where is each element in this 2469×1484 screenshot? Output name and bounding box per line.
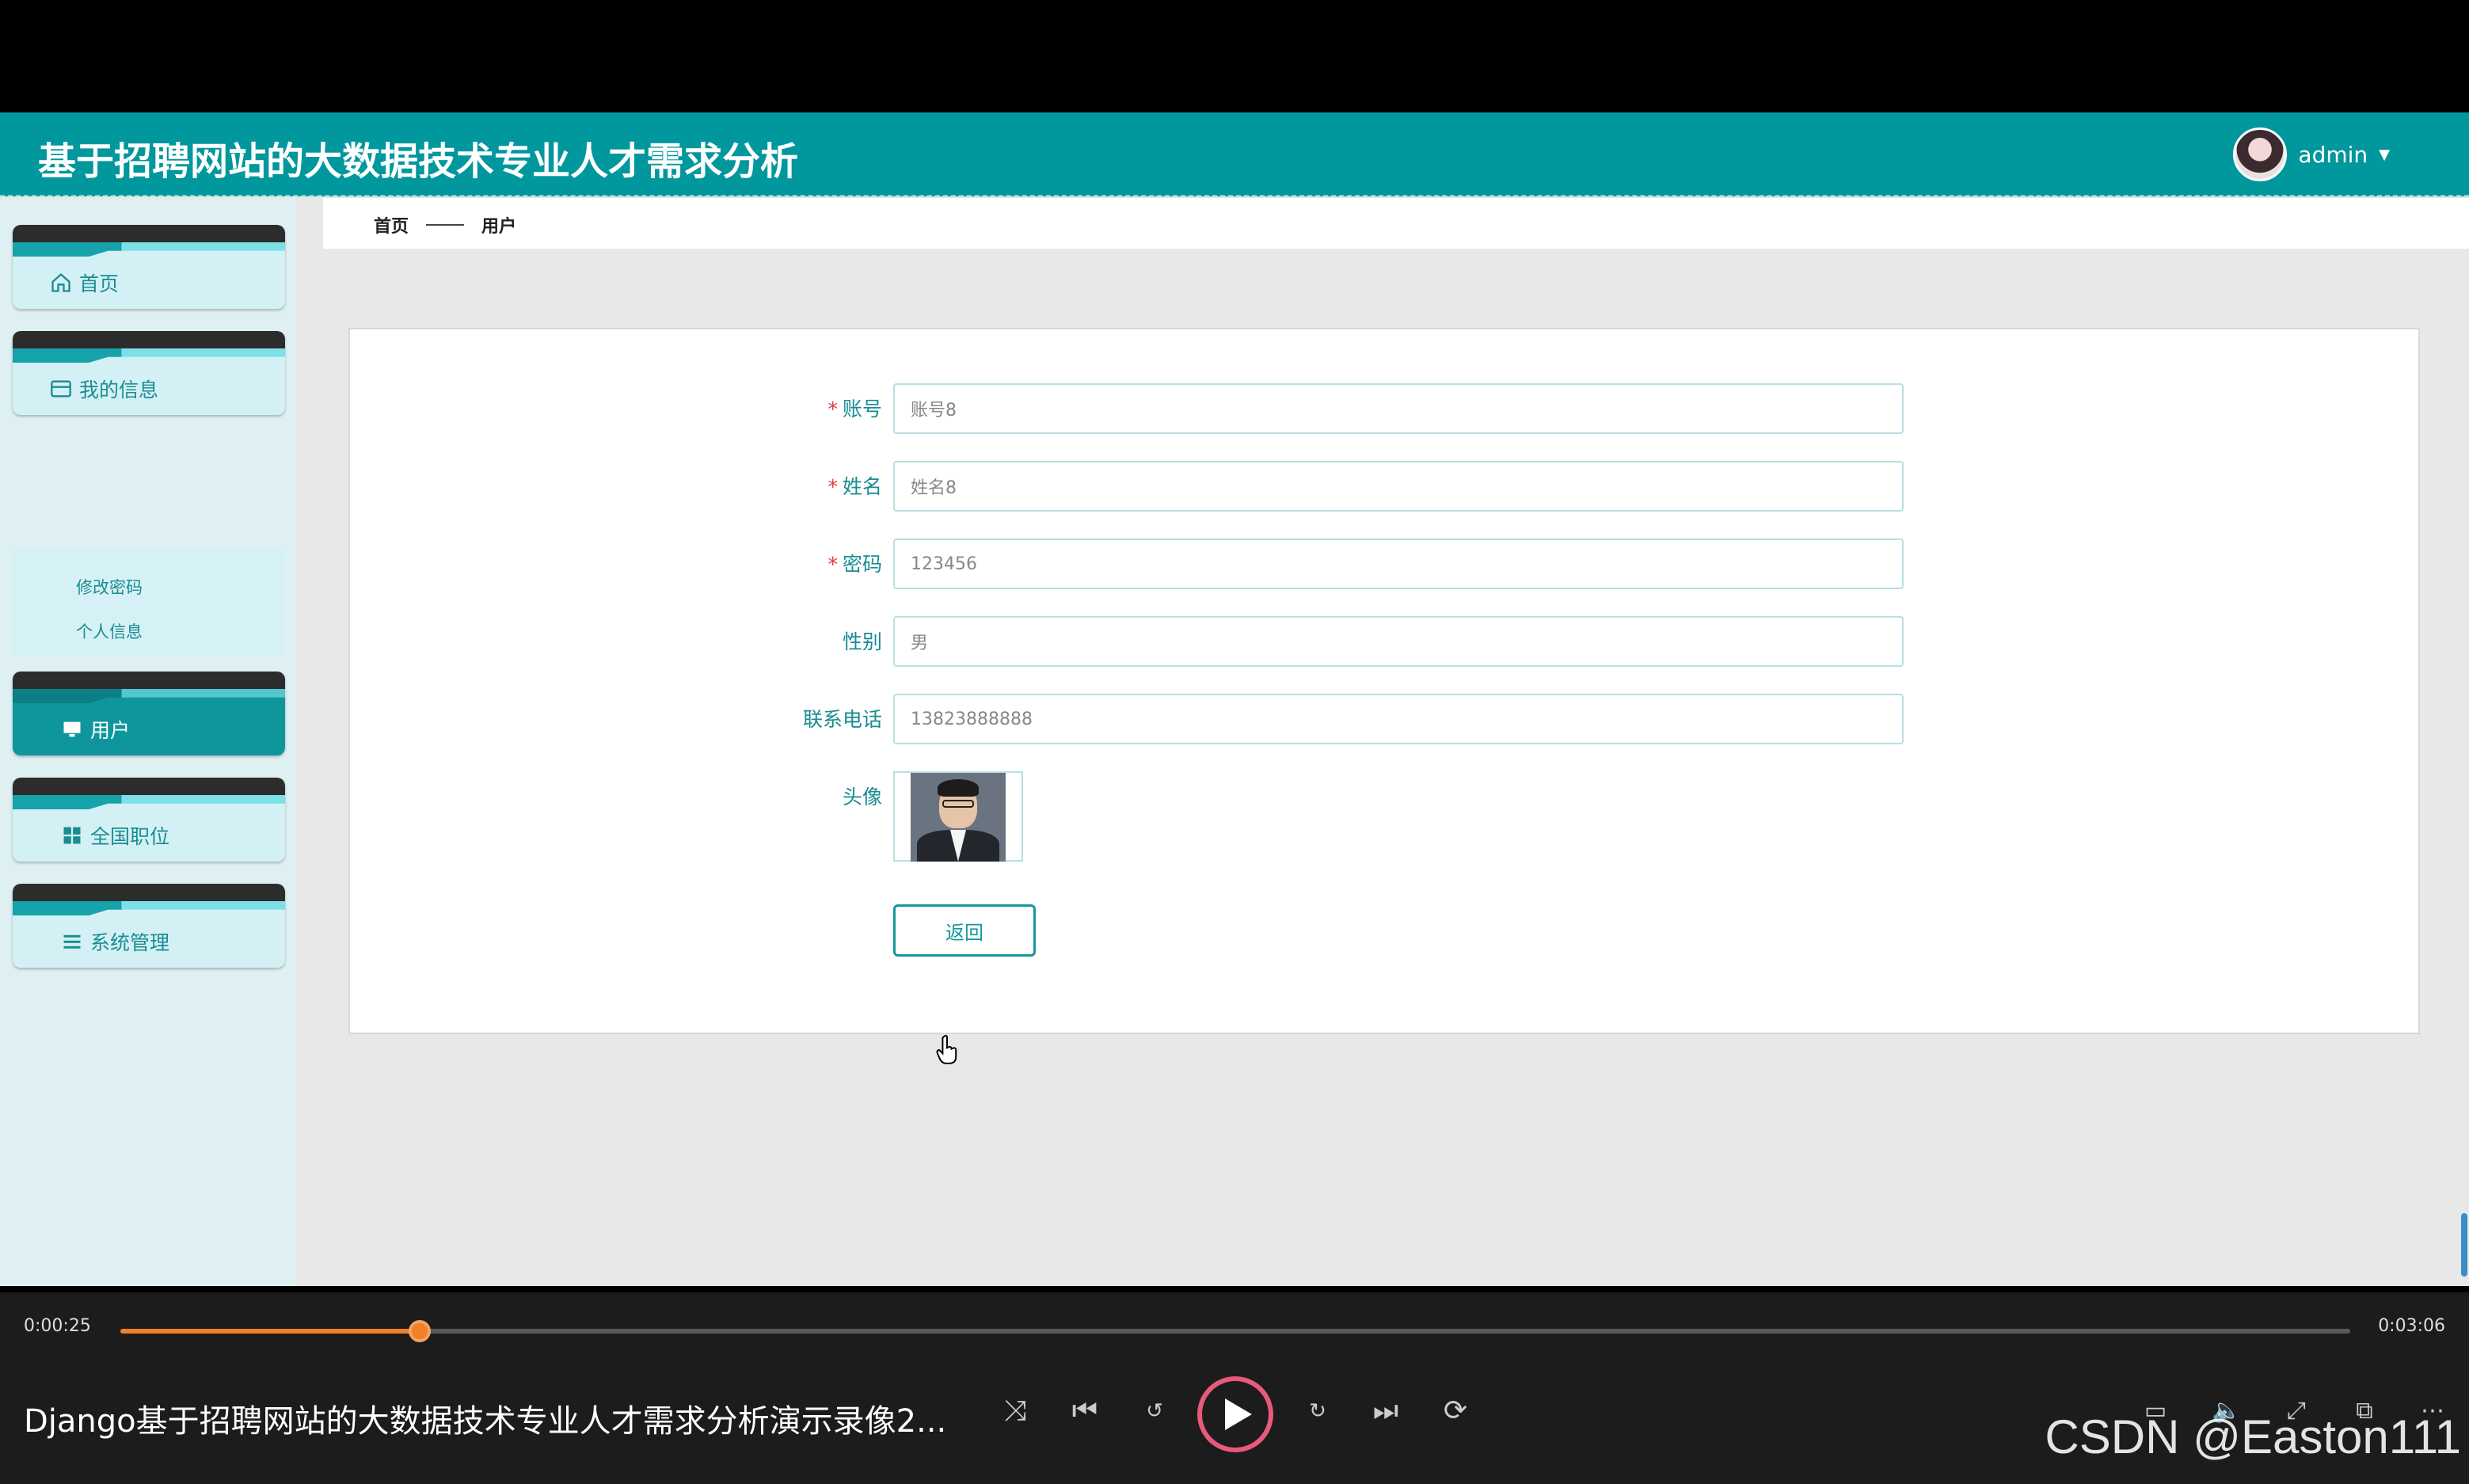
grid-icon — [63, 827, 81, 844]
sidebar-item-home[interactable]: 首页 — [13, 225, 285, 309]
video-player-bar: 0:00:25 0:03:06 Django基于招聘网站的大数据技术专业人才需求… — [0, 1292, 2469, 1484]
top-bar: 基于招聘网站的大数据技术专业人才需求分析 admin ▼ — [0, 112, 2469, 196]
repeat-icon[interactable]: ⟳ — [1430, 1386, 1481, 1436]
sidebar-item-users[interactable]: 用户 — [13, 672, 285, 755]
submenu-item-change-password[interactable]: 修改密码 — [76, 575, 143, 599]
breadcrumb-separator — [426, 224, 465, 226]
breadcrumb-home[interactable]: 首页 — [374, 212, 409, 238]
previous-icon[interactable]: ⏮ — [1060, 1386, 1110, 1436]
password-field[interactable] — [893, 538, 1904, 589]
watermark: CSDN @Easton111 — [2045, 1410, 2461, 1463]
sidebar-item-label: 系统管理 — [90, 931, 170, 954]
name-field[interactable] — [893, 461, 1904, 512]
total-time: 0:03:06 — [2378, 1316, 2445, 1336]
sidebar-item-label: 全国职位 — [90, 825, 170, 848]
sidebar-item-my-info[interactable]: 我的信息 — [13, 331, 285, 415]
form-row-gender: 性别 — [350, 616, 2418, 668]
play-button[interactable] — [1197, 1376, 1273, 1452]
screen: 基于招聘网站的大数据技术专业人才需求分析 admin ▼ 首页 我的信息 修改密… — [0, 0, 2469, 1484]
breadcrumb-bar: 首页 用户 — [323, 198, 2469, 249]
seek-bar-knob[interactable] — [409, 1320, 432, 1342]
sidebar-item-label: 首页 — [79, 272, 120, 295]
list-icon — [63, 934, 81, 949]
phone-field[interactable] — [893, 694, 1904, 744]
hand-cursor-icon — [936, 1034, 957, 1064]
account-field[interactable] — [893, 383, 1904, 434]
monitor-icon — [63, 721, 81, 737]
seek-bar-progress — [120, 1329, 420, 1334]
sidebar-item-label: 用户 — [90, 719, 131, 742]
submenu-my-info: 修改密码 个人信息 — [13, 548, 285, 656]
submenu-item-personal-info[interactable]: 个人信息 — [76, 619, 143, 643]
sidebar-item-label: 我的信息 — [79, 379, 159, 401]
sidebar-item-national-jobs[interactable]: 全国职位 — [13, 778, 285, 862]
current-time: 0:00:25 — [24, 1316, 91, 1336]
next-icon[interactable]: ⏭ — [1360, 1386, 1411, 1436]
home-icon — [51, 272, 70, 292]
scrollbar-thumb[interactable] — [2461, 1213, 2467, 1277]
field-label: * 密码 — [827, 553, 882, 576]
caret-down-icon[interactable]: ▼ — [2379, 146, 2390, 163]
form-row-avatar: 头像 — [350, 771, 2418, 863]
app-title: 基于招聘网站的大数据技术专业人才需求分析 — [38, 139, 799, 184]
web-app: 基于招聘网站的大数据技术专业人才需求分析 admin ▼ 首页 我的信息 修改密… — [0, 112, 2469, 1286]
video-title: Django基于招聘网站的大数据技术专业人才需求分析演示录像2... — [24, 1403, 947, 1440]
back-button[interactable]: 返回 — [893, 904, 1036, 957]
form-row-password: * 密码 — [350, 538, 2418, 591]
rewind-10-icon[interactable]: ↺ — [1129, 1386, 1180, 1436]
breadcrumb: 首页 用户 — [374, 212, 516, 238]
user-detail-form: *账号 *姓名 *密码 性别 联系电话 头像 — [348, 328, 2420, 1034]
shuffle-icon[interactable]: ⤨ — [990, 1386, 1040, 1436]
card-icon — [51, 380, 71, 398]
user-avatar[interactable] — [2233, 127, 2288, 181]
avatar-photo — [911, 773, 1006, 862]
sidebar-item-system-management[interactable]: 系统管理 — [13, 884, 285, 968]
form-row-actions: 返回 — [350, 904, 2418, 957]
field-label: 性别 — [842, 630, 882, 653]
field-label: 头像 — [842, 786, 882, 809]
seek-bar[interactable] — [120, 1320, 2350, 1342]
form-row-phone: 联系电话 — [350, 694, 2418, 746]
breadcrumb-current: 用户 — [481, 217, 517, 237]
sidebar: 首页 我的信息 修改密码 个人信息 用户 全国职位 系统管理 — [0, 198, 296, 1286]
form-row-name: * 姓名 — [350, 461, 2418, 513]
user-name[interactable]: admin — [2298, 142, 2368, 168]
field-label: 联系电话 — [802, 708, 882, 731]
avatar-image-box[interactable] — [893, 771, 1023, 862]
form-row-account: * 账号 — [350, 383, 2418, 436]
forward-30-icon[interactable]: ↻ — [1292, 1386, 1343, 1436]
user-menu[interactable]: admin ▼ — [2233, 127, 2390, 182]
field-label: * 姓名 — [827, 475, 882, 498]
field-label: * 账号 — [827, 398, 882, 420]
gender-field[interactable] — [893, 616, 1904, 667]
